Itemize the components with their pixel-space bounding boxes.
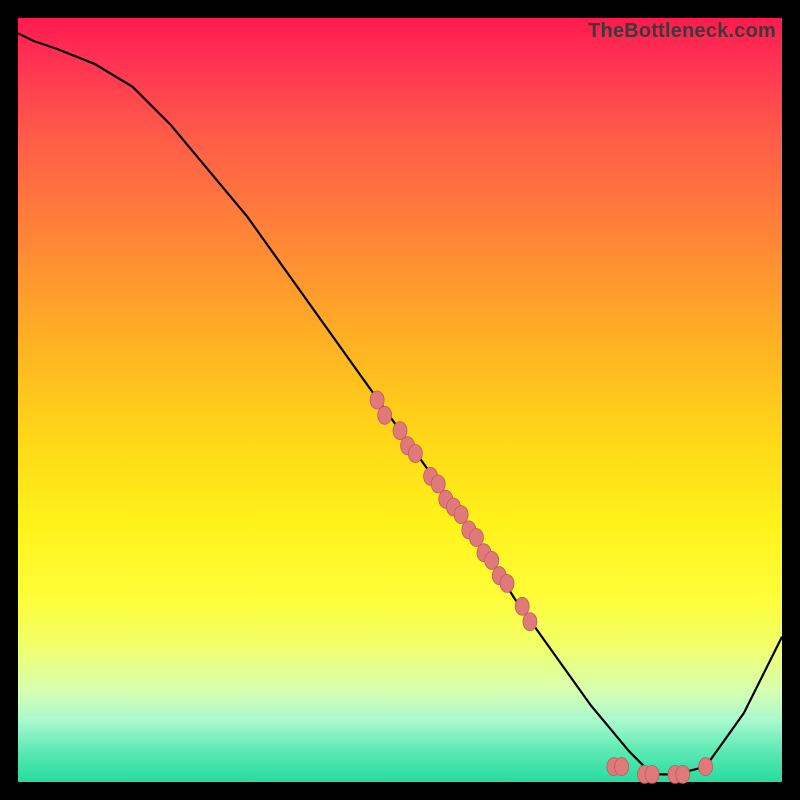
bottleneck-curve bbox=[18, 33, 782, 774]
curve-marker bbox=[523, 613, 537, 631]
curve-marker bbox=[500, 574, 514, 592]
chart-svg bbox=[18, 18, 782, 782]
curve-marker bbox=[454, 506, 468, 524]
curve-marker bbox=[393, 422, 407, 440]
curve-marker bbox=[469, 529, 483, 547]
curve-marker bbox=[645, 765, 659, 783]
plot-area: TheBottleneck.com bbox=[18, 18, 782, 782]
curve-marker bbox=[615, 758, 629, 776]
curve-markers bbox=[370, 391, 712, 783]
curve-marker bbox=[485, 551, 499, 569]
curve-marker bbox=[676, 765, 690, 783]
curve-marker bbox=[370, 391, 384, 409]
chart-frame: TheBottleneck.com bbox=[0, 0, 800, 800]
curve-marker bbox=[515, 597, 529, 615]
curve-marker bbox=[431, 475, 445, 493]
curve-marker bbox=[378, 406, 392, 424]
curve-marker bbox=[699, 758, 713, 776]
curve-marker bbox=[408, 445, 422, 463]
